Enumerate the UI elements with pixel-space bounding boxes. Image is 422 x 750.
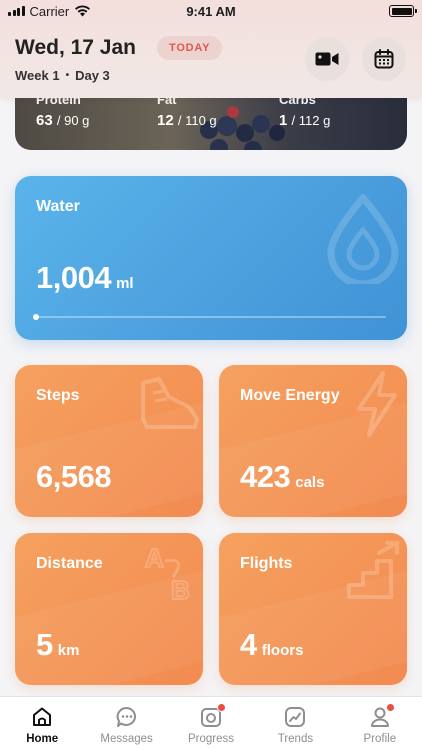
water-unit: ml <box>116 275 134 292</box>
steps-value-group: 6,568 <box>36 459 112 495</box>
water-value-group: 1,004 ml <box>36 260 134 296</box>
move-energy-unit: cals <box>295 474 325 491</box>
distance-value-group: 5 km <box>36 627 79 663</box>
tab-messages[interactable]: Messages <box>84 697 168 750</box>
week-day-line: Week 1 • Day 3 <box>15 68 110 83</box>
home-icon <box>33 707 52 726</box>
steps-value: 6,568 <box>36 459 112 494</box>
protein-value: 63 <box>36 112 53 129</box>
flights-value: 4 <box>240 627 257 662</box>
tab-profile[interactable]: Profile <box>338 697 422 750</box>
tab-messages-label: Messages <box>100 733 153 745</box>
water-progress-knob[interactable] <box>33 314 39 320</box>
day-label: Day 3 <box>75 68 110 83</box>
protein-target: / 90 g <box>56 113 90 128</box>
clock: 9:41 AM <box>186 3 236 19</box>
trend-chart-icon <box>285 707 306 727</box>
water-progress-track[interactable] <box>33 314 386 320</box>
tab-progress[interactable]: Progress <box>169 697 253 750</box>
calendar-icon <box>374 49 394 69</box>
distance-unit: km <box>57 642 80 659</box>
battery-icon <box>389 5 417 17</box>
lightning-icon <box>357 371 397 437</box>
tab-progress-label: Progress <box>188 733 235 745</box>
carbs-target: / 112 g <box>291 113 331 128</box>
tab-home-label: Home <box>26 733 59 745</box>
flights-value-group: 4 floors <box>240 627 303 663</box>
svg-text:B: B <box>171 575 190 603</box>
week-label: Week 1 <box>15 68 60 83</box>
flights-label: Flights <box>240 555 293 572</box>
distance-label: Distance <box>36 555 103 572</box>
move-energy-value-group: 423 cals <box>240 459 324 495</box>
fat-value: 12 <box>157 112 174 129</box>
date-title[interactable]: Wed, 17 Jan <box>15 36 136 60</box>
progress-notification-dot <box>217 703 227 712</box>
fat-target: / 110 g <box>177 113 217 128</box>
steps-card[interactable]: Steps 6,568 <box>15 365 203 517</box>
a-to-b-icon: A B <box>144 542 191 603</box>
droplet-icon <box>327 194 399 284</box>
flights-card[interactable]: Flights 4 floors <box>219 533 407 685</box>
svg-text:A: A <box>145 543 164 573</box>
shoe-icon <box>141 377 199 429</box>
profile-notification-dot <box>385 703 395 712</box>
tab-bar: Home Messages Progress Trends Profile <box>0 696 422 750</box>
move-energy-label: Move Energy <box>240 387 340 404</box>
tab-trends[interactable]: Trends <box>253 697 337 750</box>
separator-dot: • <box>65 70 70 81</box>
distance-value: 5 <box>36 627 53 662</box>
move-energy-card[interactable]: Move Energy 423 cals <box>219 365 407 517</box>
move-energy-value: 423 <box>240 459 291 494</box>
status-bar: Carrier 9:41 AM <box>0 0 422 22</box>
flights-unit: floors <box>261 642 304 659</box>
video-camera-icon <box>315 52 339 66</box>
water-card[interactable]: Water 1,004 ml <box>15 176 407 340</box>
water-value: 1,004 <box>36 260 112 295</box>
tab-profile-label: Profile <box>363 733 397 745</box>
today-badge[interactable]: TODAY <box>157 36 223 60</box>
tab-trends-label: Trends <box>277 733 314 745</box>
steps-label: Steps <box>36 387 80 404</box>
stairs-icon <box>347 541 399 599</box>
calendar-button[interactable] <box>362 37 406 81</box>
water-label: Water <box>36 198 80 215</box>
chat-icon <box>116 706 136 727</box>
carbs-value: 1 <box>279 112 288 129</box>
tab-home[interactable]: Home <box>0 697 84 750</box>
distance-card[interactable]: A B Distance 5 km <box>15 533 203 685</box>
video-button[interactable] <box>305 37 349 81</box>
